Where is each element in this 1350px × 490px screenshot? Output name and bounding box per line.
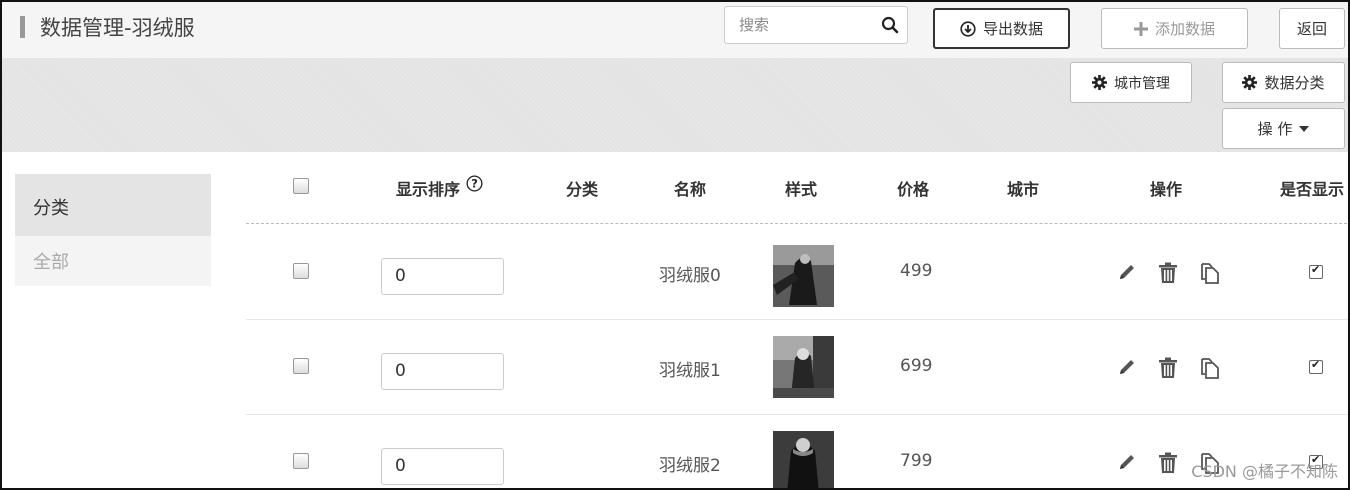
data-category-button[interactable]: 数据分类 (1222, 62, 1345, 103)
trash-icon[interactable] (1158, 452, 1178, 478)
row-checkbox[interactable] (293, 263, 309, 279)
copy-icon[interactable] (1200, 357, 1220, 383)
back-button[interactable]: 返回 (1279, 8, 1345, 49)
operation-label: 操 作 (1257, 120, 1293, 138)
row-price: 699 (900, 356, 933, 376)
row-checkbox[interactable] (293, 358, 309, 374)
city-management-label: 城市管理 (1114, 75, 1170, 92)
edit-icon[interactable] (1117, 262, 1137, 286)
page-title: 数据管理-羽绒服 (40, 16, 195, 40)
row-name: 羽绒服1 (659, 361, 721, 381)
copy-icon[interactable] (1200, 262, 1220, 288)
watermark: CSDN @橘子不知陈 (1191, 462, 1338, 481)
caret-down-icon (1299, 125, 1310, 132)
select-all-checkbox[interactable] (293, 178, 309, 194)
visible-checkbox[interactable] (1309, 358, 1323, 374)
city-management-button[interactable]: 城市管理 (1070, 62, 1192, 103)
column-header-actions: 操作 (1150, 180, 1183, 199)
edit-icon[interactable] (1117, 452, 1137, 476)
table-row: 0 羽绒服0 499 (246, 225, 1348, 320)
search-input[interactable] (725, 7, 875, 43)
svg-text:?: ? (471, 176, 478, 190)
row-name: 羽绒服0 (659, 266, 721, 286)
search-box (724, 6, 908, 44)
add-data-button[interactable]: 添加数据 (1101, 8, 1248, 49)
title-accent-bar (20, 16, 25, 38)
table-row: 0 羽绒服1 699 (246, 320, 1348, 415)
sort-order-input[interactable]: 0 (381, 353, 504, 390)
operation-dropdown-button[interactable]: 操 作 (1222, 108, 1345, 149)
row-price: 499 (900, 261, 933, 281)
table-header: 显示排序 ? 分类 名称 样式 价格 城市 操作 是否显示 (246, 154, 1348, 224)
sidebar-item-all[interactable]: 全部 (15, 236, 211, 286)
trash-icon[interactable] (1158, 357, 1178, 383)
product-thumbnail (773, 245, 834, 307)
page-frame: 数据管理-羽绒服 导出数据 添加数据 返回 (0, 0, 1350, 490)
row-price: 799 (900, 451, 933, 471)
row-checkbox[interactable] (293, 453, 309, 469)
toolbar-band: 城市管理 数据分类 操 作 (2, 58, 1348, 152)
sidebar-heading: 分类 (15, 174, 211, 236)
column-header-name: 名称 (674, 180, 707, 199)
row-name: 羽绒服2 (659, 456, 721, 476)
page-header: 数据管理-羽绒服 导出数据 添加数据 返回 (2, 2, 1348, 58)
plus-icon (1133, 21, 1148, 36)
export-data-label: 导出数据 (982, 20, 1043, 38)
product-thumbnail (773, 431, 834, 488)
add-data-label: 添加数据 (1154, 20, 1215, 38)
back-label: 返回 (1296, 20, 1327, 38)
column-header-price: 价格 (897, 180, 930, 199)
visible-checkbox[interactable] (1309, 263, 1323, 279)
sort-order-input[interactable]: 0 (381, 448, 504, 485)
column-header-sort: 显示排序 ? (396, 175, 483, 200)
column-header-visible: 是否显示 (1280, 180, 1345, 199)
edit-icon[interactable] (1117, 357, 1137, 381)
trash-icon[interactable] (1158, 262, 1178, 288)
export-data-button[interactable]: 导出数据 (933, 8, 1070, 49)
search-icon[interactable] (881, 16, 899, 34)
column-header-style: 样式 (785, 180, 818, 199)
download-icon (960, 20, 976, 37)
gear-icon (1242, 75, 1258, 90)
data-category-label: 数据分类 (1264, 74, 1325, 92)
column-header-city: 城市 (1007, 180, 1040, 199)
table-row: 0 羽绒服2 799 (246, 415, 1348, 488)
sort-order-input[interactable]: 0 (381, 258, 504, 295)
gear-icon (1092, 75, 1107, 90)
product-thumbnail (773, 336, 834, 398)
column-header-category: 分类 (566, 180, 599, 199)
help-icon[interactable]: ? (466, 175, 483, 196)
